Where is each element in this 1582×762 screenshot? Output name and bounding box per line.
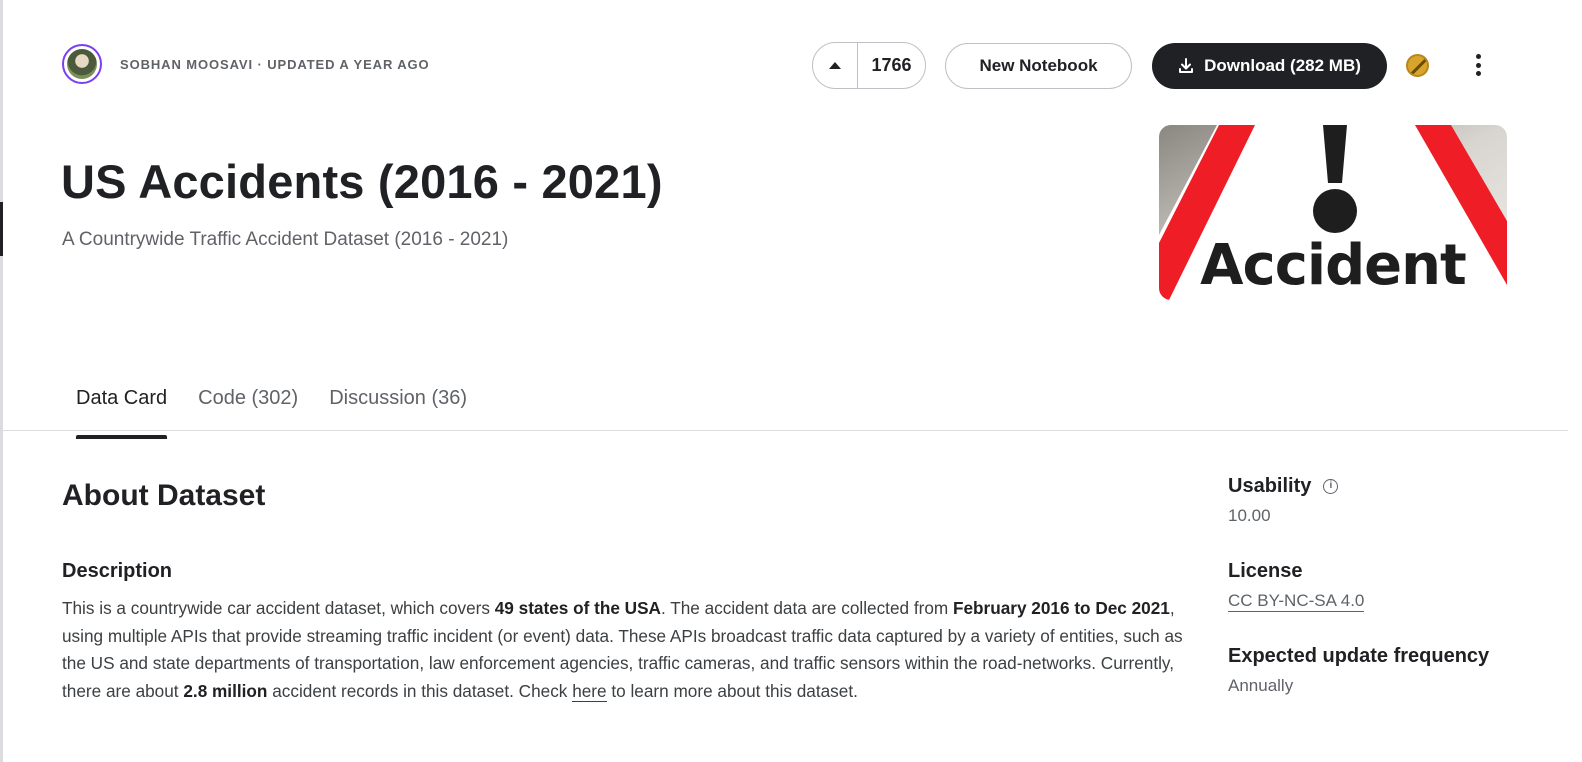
usability-label-row: Usability i <box>1228 475 1339 498</box>
more-vertical-icon[interactable] <box>1470 52 1486 78</box>
tab-code[interactable]: Code (302) <box>198 387 298 426</box>
new-notebook-button[interactable]: New Notebook <box>945 43 1132 89</box>
info-icon[interactable]: i <box>1323 479 1339 494</box>
description-segment: . The accident data are collected from <box>660 598 953 618</box>
download-label: Download (282 MB) <box>1204 56 1361 75</box>
description-bold: February 2016 to Dec 2021 <box>952 598 1170 618</box>
frequency-value: Annually <box>1228 676 1294 695</box>
frequency-label: Expected update frequency <box>1228 645 1490 667</box>
medal-icon[interactable] <box>1406 54 1429 77</box>
upvote-button[interactable] <box>813 43 858 88</box>
description-segment: to learn more about this dataset. <box>606 680 858 701</box>
kebab-dot <box>1475 71 1481 76</box>
author-updated-text[interactable]: SOBHAN MOOSAVI · UPDATED A YEAR AGO <box>120 57 430 72</box>
dataset-subtitle: A Countrywide Traffic Accident Dataset (… <box>62 229 509 250</box>
description-bold: 2.8 million <box>183 680 268 701</box>
tab-discussion[interactable]: Discussion (36) <box>329 387 467 426</box>
caret-up-icon <box>829 62 841 69</box>
tab-data-card[interactable]: Data Card <box>76 387 168 439</box>
description-text: This is a countrywide car accident datas… <box>62 595 1202 705</box>
kebab-dot <box>1475 54 1481 59</box>
usability-section: Usability i 10.00 <box>1228 475 1339 526</box>
description-bold: 49 states of the USA <box>494 598 661 618</box>
usability-label: Usability <box>1228 475 1312 497</box>
download-icon <box>1179 58 1194 73</box>
page-left-border <box>0 0 3 762</box>
author-info: SOBHAN MOOSAVI · UPDATED A YEAR AGO <box>62 44 430 84</box>
avatar[interactable] <box>62 44 102 84</box>
avatar-photo <box>67 49 97 79</box>
vote-count[interactable]: 1766 <box>858 55 925 76</box>
kebab-dot <box>1475 62 1481 68</box>
usability-value: 10.00 <box>1228 506 1271 525</box>
update-frequency-section: Expected update frequency Annually <box>1228 645 1489 696</box>
description-segment: This is a countrywide car accident datas… <box>62 598 495 618</box>
description-segment: accident records in this dataset. Check <box>267 680 573 701</box>
about-dataset-heading: About Dataset <box>62 479 266 512</box>
learn-more-link[interactable]: here <box>572 680 607 702</box>
download-button[interactable]: Download (282 MB) <box>1152 43 1387 89</box>
dataset-title: US Accidents (2016 - 2021) <box>61 155 663 208</box>
tabs-divider <box>3 430 1568 431</box>
scroll-marker <box>0 202 3 256</box>
dataset-tabs: Data Card Code (302) Discussion (36) <box>76 387 467 439</box>
description-heading: Description <box>62 560 173 582</box>
vote-widget: 1766 <box>812 42 926 89</box>
cover-text: Accident <box>1200 233 1467 298</box>
license-section: License CC BY-NC-SA 4.0 <box>1228 560 1365 612</box>
license-link[interactable]: CC BY-NC-SA 4.0 <box>1228 591 1365 612</box>
dataset-cover-image: Accident <box>1159 125 1507 300</box>
license-label: License <box>1228 560 1303 582</box>
